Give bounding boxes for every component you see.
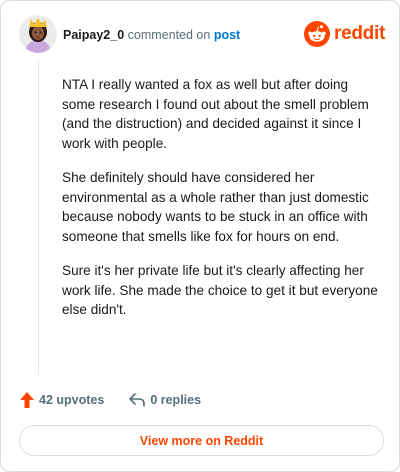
comment-actions: 42 upvotes 0 replies [19,391,201,409]
commented-on-text: commented on [127,28,211,42]
upvote-arrow-icon [20,392,34,408]
view-more-button[interactable]: View more on Reddit [19,425,384,456]
reddit-snoo-icon [304,21,331,47]
comment-paragraph-3: Sure it's her private life but it's clea… [62,263,378,317]
comment-paragraph-2: She definitely should have considered he… [62,170,369,244]
reply-count: 0 replies [150,393,202,407]
username-link[interactable]: Paipay2_0 [63,28,124,42]
post-link[interactable]: post [214,28,240,42]
upvote-count: 42 upvotes [39,393,105,407]
reddit-wordmark: reddit [334,23,385,44]
upvote-button[interactable]: 42 upvotes [19,391,104,409]
comment-byline: Paipay2_0 commented on post [63,27,240,43]
comment-header: Paipay2_0 commented on post reddit [19,15,385,53]
user-avatar[interactable] [19,15,57,53]
thread-line [38,61,39,375]
comment-embed-card: Paipay2_0 commented on post reddit NTA I… [0,0,400,472]
reply-arrow-icon [129,393,146,407]
avatar-illustration [19,15,57,53]
comment-body: NTA I really wanted a fox as well but af… [62,75,382,335]
reply-button[interactable]: 0 replies [128,392,201,408]
comment-paragraph-1: NTA I really wanted a fox as well but af… [62,77,369,151]
reddit-logo[interactable]: reddit [304,19,385,49]
